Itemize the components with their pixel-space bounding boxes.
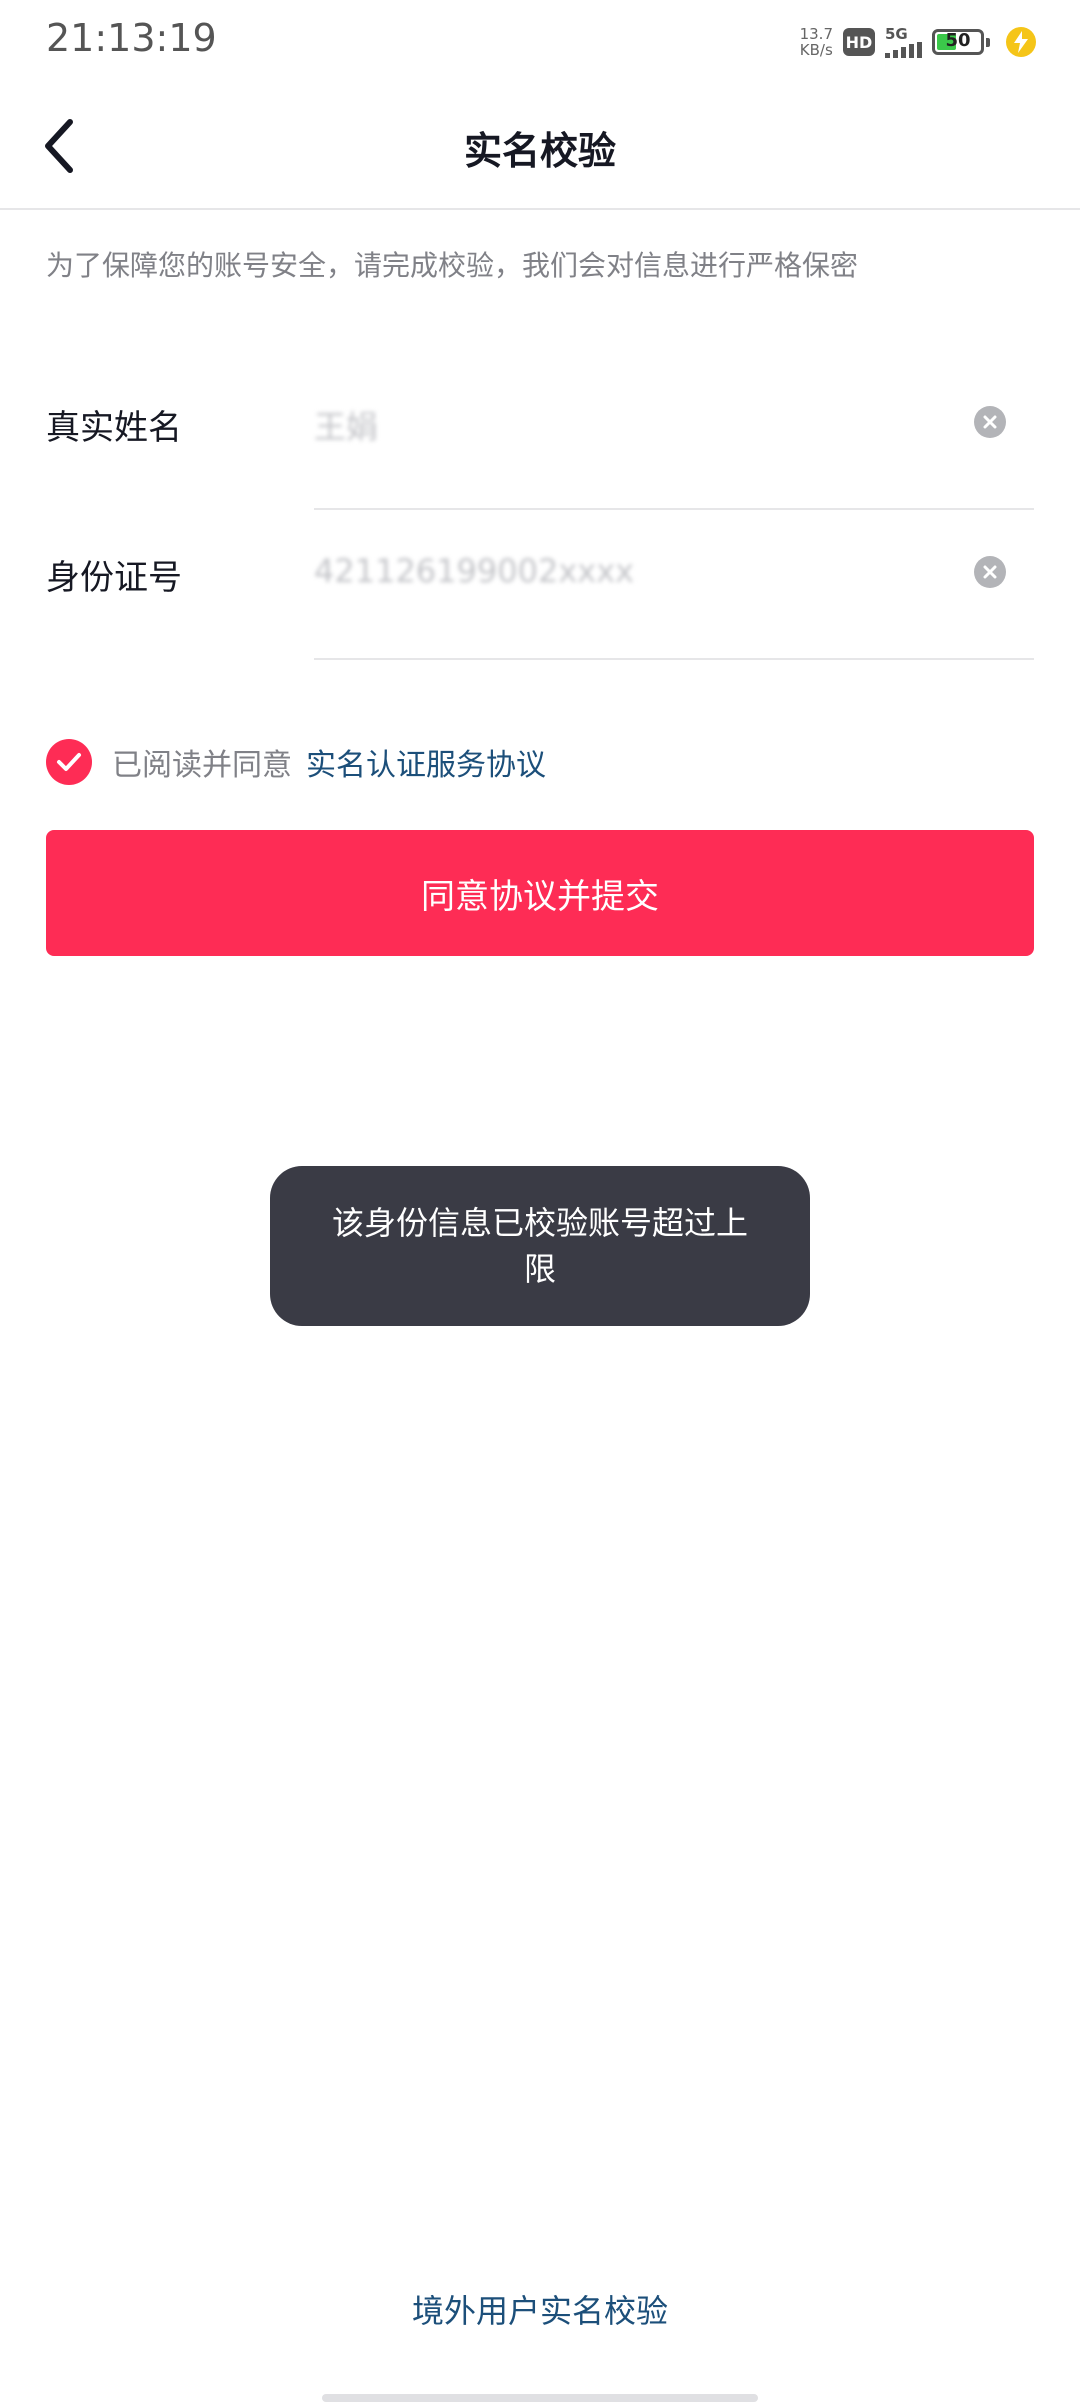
id-field-input[interactable]: 421126199002xxxx [314, 552, 634, 590]
submit-button[interactable]: 同意协议并提交 [46, 830, 1034, 956]
signal-label: 5G [885, 25, 908, 43]
signal-bar [917, 42, 922, 58]
agreement-checkbox[interactable] [46, 739, 92, 785]
checkmark-icon [57, 753, 81, 771]
network-speed: 13.7 KB/s [800, 26, 833, 58]
security-notice: 为了保障您的账号安全，请完成校验，我们会对信息进行严格保密 [46, 249, 859, 282]
error-toast: 该身份信息已校验账号超过上限 [270, 1166, 810, 1326]
status-icons: 13.7 KB/s HD 5G 50 [800, 22, 1036, 62]
signal-bars [885, 42, 922, 58]
nav-bar: 实名校验 [0, 84, 1080, 210]
id-clear-button[interactable] [974, 556, 1006, 588]
page-title: 实名校验 [463, 129, 616, 173]
network-speed-value: 13.7 [799, 25, 833, 43]
signal-bar [893, 50, 898, 58]
name-field-input[interactable]: 王娟 [314, 402, 378, 448]
hd-icon: HD [843, 28, 875, 56]
signal-bar [885, 53, 890, 58]
agreement-text: 已阅读并同意 [112, 748, 292, 783]
status-bar: 21:13:19 13.7 KB/s HD 5G 50 [0, 0, 1080, 84]
network-speed-unit: KB/s [799, 41, 833, 59]
overseas-verification-link[interactable]: 境外用户实名校验 [0, 2286, 1080, 2332]
signal-bar [901, 47, 906, 58]
battery-icon: 50 [932, 29, 990, 55]
close-icon [983, 565, 997, 579]
agreement-link[interactable]: 实名认证服务协议 [306, 740, 546, 784]
id-field-label: 身份证号 [46, 558, 182, 598]
agreement-row: 已阅读并同意 实名认证服务协议 [46, 738, 546, 786]
name-field-row: 真实姓名 王娟 [46, 396, 1034, 510]
status-time: 21:13:19 [46, 16, 217, 60]
signal-bar [909, 44, 914, 58]
id-field-row: 身份证号 421126199002xxxx [46, 546, 1034, 660]
close-icon [983, 415, 997, 429]
signal-icon: 5G [885, 26, 922, 58]
name-field-divider [314, 508, 1034, 510]
id-field-divider [314, 658, 1034, 660]
name-field-label: 真实姓名 [46, 408, 182, 448]
charging-icon [1006, 27, 1036, 57]
battery-level: 50 [945, 30, 971, 51]
name-clear-button[interactable] [974, 406, 1006, 438]
home-indicator[interactable] [322, 2394, 758, 2402]
